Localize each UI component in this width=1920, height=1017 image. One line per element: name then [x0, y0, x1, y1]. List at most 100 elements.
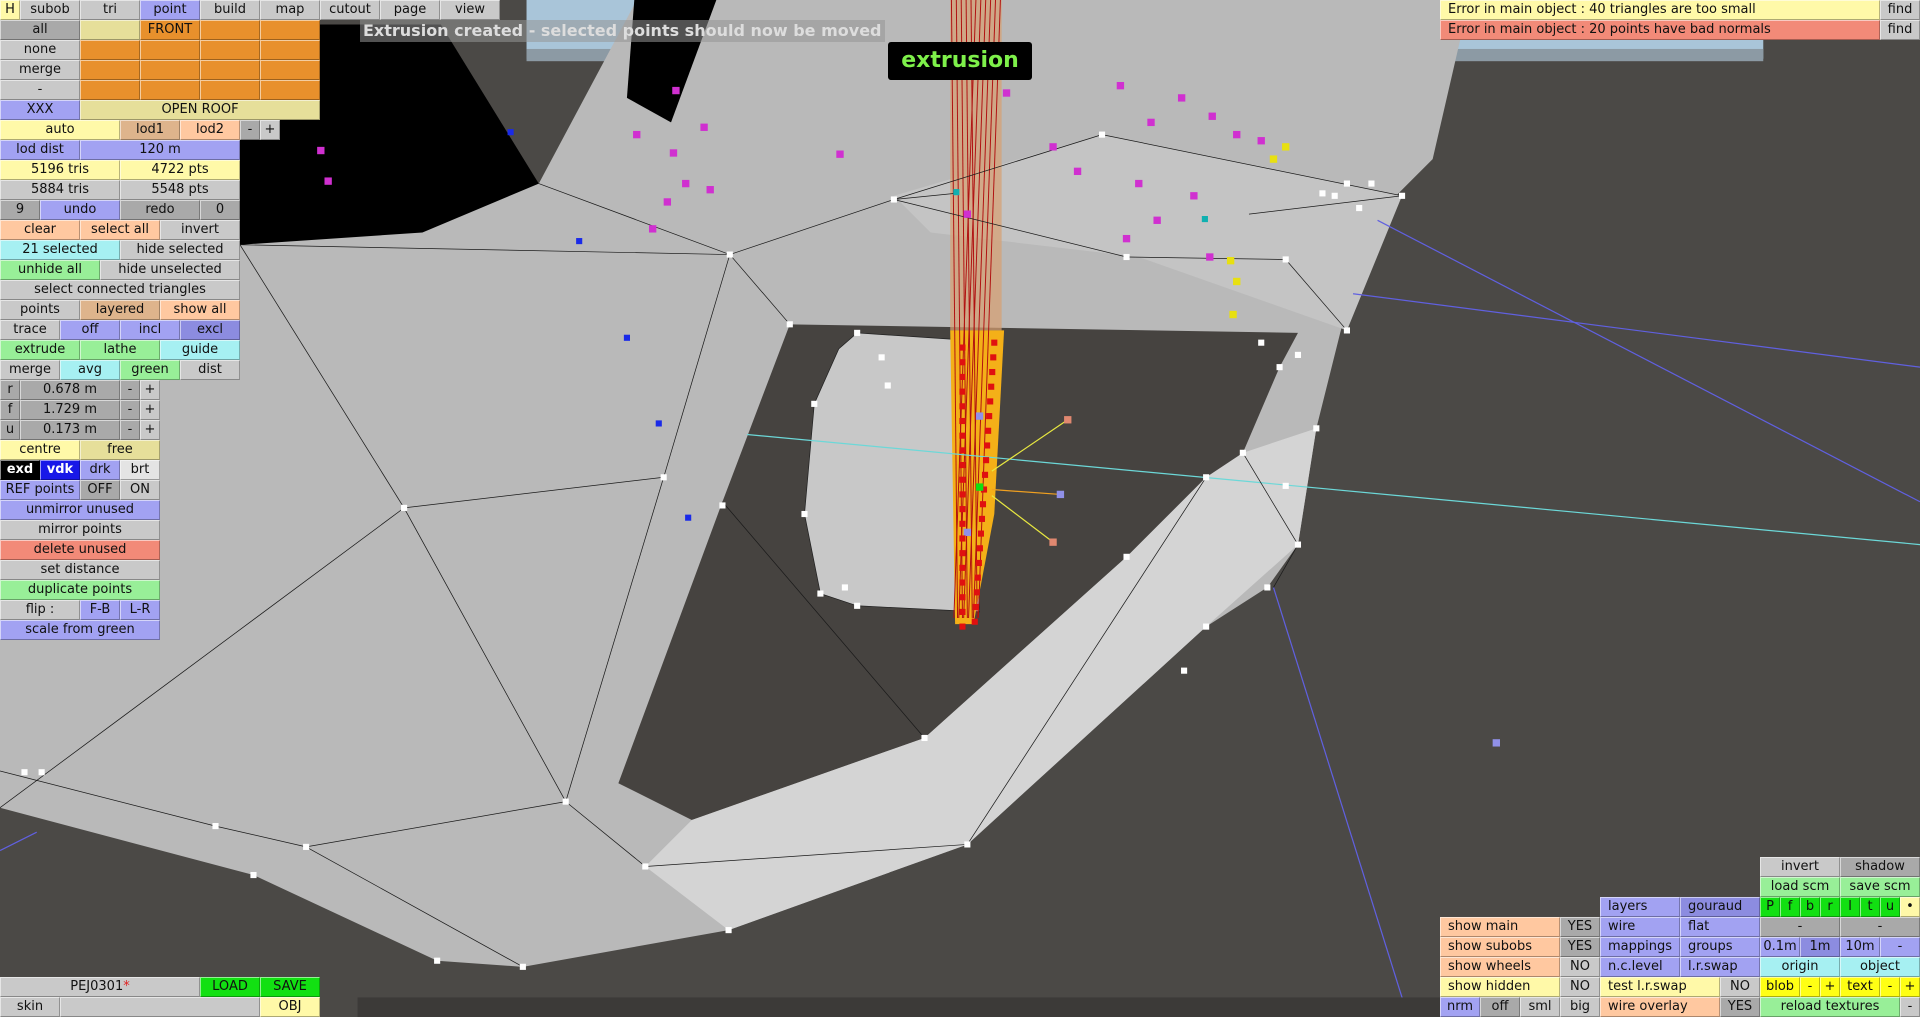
part-cell[interactable] — [200, 20, 260, 40]
part-cell[interactable] — [140, 40, 200, 60]
exd-button[interactable]: exd — [0, 460, 40, 480]
menu-page[interactable]: page — [380, 0, 440, 20]
part-front[interactable]: FRONT — [140, 20, 200, 40]
part-cell[interactable] — [80, 20, 140, 40]
lod-dist-value[interactable]: 120 m — [80, 140, 240, 160]
groups-button[interactable]: groups — [1680, 937, 1760, 957]
grid-10m-button[interactable]: 10m — [1840, 937, 1880, 957]
hide-selected-button[interactable]: hide selected — [120, 240, 240, 260]
obj-button[interactable]: OBJ — [260, 997, 320, 1017]
lod2-button[interactable]: lod2 — [180, 120, 240, 140]
coord-r-plus[interactable]: + — [140, 380, 160, 400]
grid-1m-button[interactable]: 1m — [1800, 937, 1840, 957]
mappings-button[interactable]: mappings — [1600, 937, 1680, 957]
lod-auto-button[interactable]: auto — [0, 120, 120, 140]
set-distance-button[interactable]: set distance — [0, 560, 160, 580]
duplicate-points-button[interactable]: duplicate points — [0, 580, 160, 600]
skin-field[interactable] — [60, 997, 260, 1017]
find-button[interactable]: find — [1880, 0, 1920, 20]
lod-plus-button[interactable]: + — [260, 120, 280, 140]
size-off-button[interactable]: off — [1480, 997, 1520, 1017]
free-button[interactable]: free — [80, 440, 160, 460]
trace-off-button[interactable]: off — [60, 320, 120, 340]
flip-lr-button[interactable]: L-R — [120, 600, 160, 620]
extrude-button[interactable]: extrude — [0, 340, 80, 360]
coord-u-plus[interactable]: + — [140, 420, 160, 440]
part-cell[interactable] — [80, 80, 140, 100]
invert-selection-button[interactable]: invert — [160, 220, 240, 240]
ref-off-button[interactable]: OFF — [80, 480, 120, 500]
avg-button[interactable]: avg — [60, 360, 120, 380]
vdk-button[interactable]: vdk — [40, 460, 80, 480]
origin-button[interactable]: origin — [1760, 957, 1840, 977]
part-cell[interactable] — [260, 60, 320, 80]
coord-u-minus[interactable]: - — [120, 420, 140, 440]
clear-button[interactable]: clear — [0, 220, 80, 240]
gouraud-button[interactable]: gouraud — [1680, 897, 1760, 917]
show-main-toggle[interactable]: YES — [1560, 917, 1600, 937]
drk-button[interactable]: drk — [80, 460, 120, 480]
part-cell[interactable] — [140, 80, 200, 100]
part-cell[interactable] — [200, 80, 260, 100]
shadow-button[interactable]: shadow — [1840, 857, 1920, 877]
dist-button[interactable]: dist — [180, 360, 240, 380]
size-sml-button[interactable]: sml — [1520, 997, 1560, 1017]
menu-subob[interactable]: subob — [20, 0, 80, 20]
view-f-button[interactable]: f — [1780, 897, 1800, 917]
select-connected-triangles-button[interactable]: select connected triangles — [0, 280, 240, 300]
menu-point[interactable]: point — [140, 0, 200, 20]
brt-button[interactable]: brt — [120, 460, 160, 480]
reload-minus-button[interactable]: - — [1900, 997, 1920, 1017]
trace-incl-button[interactable]: incl — [120, 320, 180, 340]
lr-swap-button[interactable]: l.r.swap — [1680, 957, 1760, 977]
view-dot-button[interactable]: • — [1900, 897, 1920, 917]
menu-view[interactable]: view — [440, 0, 500, 20]
grid-0-1m-button[interactable]: 0.1m — [1760, 937, 1800, 957]
test-lr-swap-toggle[interactable]: NO — [1720, 977, 1760, 997]
blob-plus-button[interactable]: + — [1820, 977, 1840, 997]
coord-f-value[interactable]: 1.729 m — [20, 400, 120, 420]
menu-map[interactable]: map — [260, 0, 320, 20]
find-button[interactable]: find — [1880, 20, 1920, 40]
save-button[interactable]: SAVE — [260, 977, 320, 997]
select-all-button[interactable]: select all — [80, 220, 160, 240]
size-nrm-button[interactable]: nrm — [1440, 997, 1480, 1017]
part-cell[interactable] — [140, 60, 200, 80]
show-all-button[interactable]: show all — [160, 300, 240, 320]
show-subobs-toggle[interactable]: YES — [1560, 937, 1600, 957]
load-button[interactable]: LOAD — [200, 977, 260, 997]
green-button[interactable]: green — [120, 360, 180, 380]
merge-button[interactable]: merge — [0, 360, 60, 380]
save-scm-button[interactable]: save scm — [1840, 877, 1920, 897]
coord-f-minus[interactable]: - — [120, 400, 140, 420]
guide-button[interactable]: guide — [160, 340, 240, 360]
part-cell[interactable] — [80, 40, 140, 60]
mirror-points-button[interactable]: mirror points — [0, 520, 160, 540]
lod-minus-button[interactable]: - — [240, 120, 260, 140]
part-cell[interactable] — [200, 40, 260, 60]
3d-viewport[interactable] — [0, 0, 1920, 1017]
view-p-button[interactable]: P — [1760, 897, 1780, 917]
delete-unused-button[interactable]: delete unused — [0, 540, 160, 560]
flip-fb-button[interactable]: F-B — [80, 600, 120, 620]
menu-cutout[interactable]: cutout — [320, 0, 380, 20]
flat-button[interactable]: flat — [1680, 917, 1760, 937]
size-big-button[interactable]: big — [1560, 997, 1600, 1017]
unhide-all-button[interactable]: unhide all — [0, 260, 100, 280]
select-none-button[interactable]: none — [0, 40, 80, 60]
hide-unselected-button[interactable]: hide unselected — [100, 260, 240, 280]
invert-button[interactable]: invert — [1760, 857, 1840, 877]
text-minus-button[interactable]: - — [1880, 977, 1900, 997]
lathe-button[interactable]: lathe — [80, 340, 160, 360]
wire-button[interactable]: wire — [1600, 917, 1680, 937]
lod1-button[interactable]: lod1 — [120, 120, 180, 140]
layered-button[interactable]: layered — [80, 300, 160, 320]
layers-button[interactable]: layers — [1600, 897, 1680, 917]
reload-textures-button[interactable]: reload textures — [1760, 997, 1900, 1017]
view-b-button[interactable]: b — [1800, 897, 1820, 917]
wire-overlay-toggle[interactable]: YES — [1720, 997, 1760, 1017]
coord-u-value[interactable]: 0.173 m — [20, 420, 120, 440]
filename-field[interactable]: PEJ0301* — [0, 977, 200, 997]
ref-on-button[interactable]: ON — [120, 480, 160, 500]
coord-f-plus[interactable]: + — [140, 400, 160, 420]
